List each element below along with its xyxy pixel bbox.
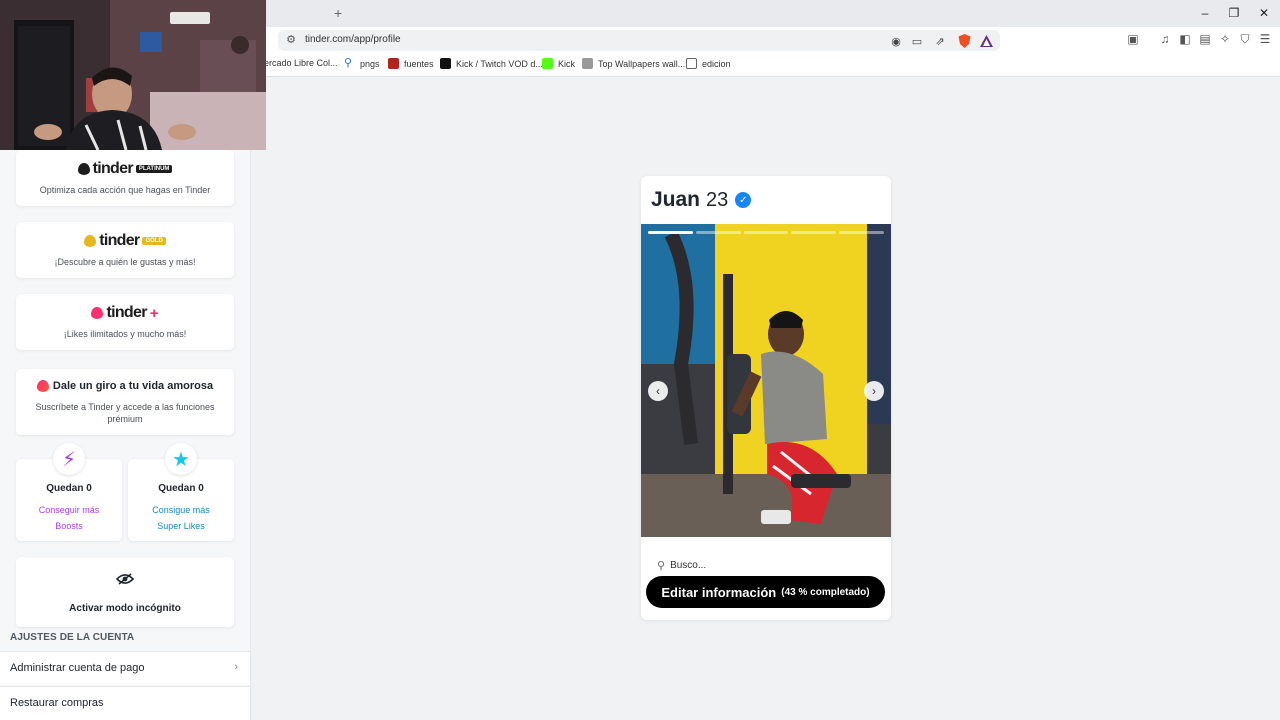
vod-favicon-icon [440, 58, 451, 69]
bookmark-top-wallpapers[interactable]: Top Wallpapers wall... [582, 58, 685, 69]
plus-card[interactable]: tinder + ¡Likes ilimitados y mucho más! [16, 294, 234, 350]
bookmark-label: pngs [360, 58, 380, 69]
vpn-shield-icon[interactable]: ⛉ [1236, 30, 1254, 48]
profile-completion: (43 % completado) [781, 586, 870, 598]
bookmark-mercado-libre[interactable]: ercado Libre Col... [264, 58, 338, 68]
bookmark-label: edicion [702, 58, 731, 69]
chevron-right-icon: › [234, 661, 238, 673]
boosts-remaining: Quedan 0 [46, 483, 92, 494]
looking-for-row: ⚲ Busco... [657, 559, 706, 572]
previous-photo-button[interactable]: ‹ [648, 381, 668, 401]
photo-progress-segment [695, 231, 741, 234]
share-icon[interactable]: ⇗ [932, 33, 948, 49]
sidebar-tabs-icon[interactable]: ▣ [1124, 30, 1142, 48]
bookmark-label: fuentes [404, 58, 434, 69]
maximize-button[interactable]: ❐ [1219, 4, 1249, 22]
photo-progress-segment [839, 231, 884, 234]
profile-card: Juan 23 ✓ ‹ › ⚲ Busco... Editar informac… [641, 176, 891, 620]
promo-card[interactable]: Dale un giro a tu vida amorosa Suscríbet… [16, 369, 234, 435]
platinum-badge: PLATINUM [135, 165, 173, 173]
site-settings-icon[interactable]: ⚙ [284, 33, 298, 47]
get-more-boosts-link[interactable]: Conseguir más Boosts [16, 502, 122, 534]
brave-rewards-icon[interactable] [978, 33, 994, 49]
leo-ai-icon[interactable]: ✧ [1216, 30, 1234, 48]
gold-subtitle: ¡Descubre a quién le gustas y más! [54, 257, 196, 267]
bookmark-fuentes[interactable]: fuentes [388, 58, 434, 69]
bookmark-label: Top Wallpapers wall... [598, 58, 686, 69]
boosts-card[interactable]: ⚡ Quedan 0 Conseguir más Boosts [16, 443, 122, 541]
url-bar[interactable]: ⚙ tinder.com/app/profile ◉ ▭ ⇗ [278, 30, 1000, 51]
cast-icon[interactable]: ▭ [909, 33, 925, 49]
platinum-card[interactable]: tinder PLATINUM Optimiza cada acción que… [16, 150, 234, 206]
profile-name: Juan [651, 188, 701, 211]
wallet-icon[interactable]: ▤ [1196, 30, 1214, 48]
edit-info-button[interactable]: Editar información (43 % completado) [646, 576, 885, 608]
gym-photo-image [641, 224, 891, 537]
account-sidebar: tinder PLATINUM Optimiza cada acción que… [0, 150, 251, 720]
bookmark-label: Kick [558, 58, 576, 69]
photo-progress-segment [791, 231, 837, 234]
search-icon: ⚲ [657, 560, 666, 572]
bookmark-label: Kick / Twitch VOD d... [456, 58, 543, 69]
tinder-platinum-logo: tinder PLATINUM [16, 160, 234, 178]
bookmark-label: ercado Libre Col... [264, 58, 338, 68]
wallpapers-favicon-icon [582, 58, 593, 69]
pin-icon: ⚲ [344, 57, 353, 69]
boost-bolt-icon: ⚡ [53, 443, 85, 475]
flame-icon [77, 163, 90, 175]
incognito-card[interactable]: Activar modo incógnito [16, 557, 234, 627]
plus-subtitle: ¡Likes ilimitados y mucho más! [63, 329, 187, 339]
profile-header: Juan 23 ✓ [651, 188, 752, 212]
fuentes-favicon-icon [388, 58, 399, 69]
bookmark-pngs[interactable]: ⚲ pngs [344, 58, 380, 69]
tinder-gold-logo: tinder GOLD [16, 232, 234, 250]
promo-title: Dale un giro a tu vida amorosa [52, 380, 214, 392]
photo-progress-segment [743, 231, 789, 234]
bookmark-kick[interactable]: Kick [542, 58, 575, 69]
url-text[interactable]: tinder.com/app/profile [305, 34, 401, 45]
superlike-star-icon: ★ [165, 443, 197, 475]
superlikes-remaining: Quedan 0 [158, 483, 204, 494]
menu-icon[interactable]: ☰ [1256, 30, 1274, 48]
streamer-camera-image [0, 0, 266, 150]
get-more-superlikes-link[interactable]: Consigue más Super Likes [128, 502, 234, 534]
restore-purchases-row[interactable]: Restaurar compras [0, 686, 250, 720]
photo-progress-segment [648, 231, 693, 234]
photo-progress-bar [648, 231, 884, 234]
sidebar-toggle-icon[interactable]: ◧ [1176, 30, 1194, 48]
flame-icon [36, 380, 49, 392]
webcam-overlay [0, 0, 266, 150]
media-icon[interactable]: ♫ [1156, 30, 1174, 48]
next-photo-button[interactable]: › [864, 381, 884, 401]
profile-photo[interactable]: ‹ › [641, 224, 891, 537]
kick-favicon-icon [542, 58, 553, 69]
bookmark-edicion[interactable]: edicion [686, 58, 731, 69]
plus-suffix: + [149, 304, 159, 322]
close-window-button[interactable]: ✕ [1249, 4, 1279, 22]
eye-hidden-icon [115, 573, 135, 585]
new-tab-button[interactable]: + [334, 5, 342, 21]
promo-subtitle: Suscríbete a Tinder y accede a las funci… [35, 402, 215, 424]
gold-badge: GOLD [142, 237, 166, 245]
platinum-subtitle: Optimiza cada acción que hagas en Tinder [39, 185, 211, 195]
location-icon[interactable]: ◉ [888, 33, 904, 49]
minimize-button[interactable]: – [1190, 4, 1220, 22]
manage-payment-account-row[interactable]: Administrar cuenta de pago › [0, 651, 250, 685]
tinder-plus-logo: tinder + [16, 304, 234, 322]
gold-card[interactable]: tinder GOLD ¡Descubre a quién le gustas … [16, 222, 234, 278]
looking-for-label: Busco... [670, 560, 707, 571]
flame-icon [91, 307, 104, 319]
bookmark-kick-twitch-vod[interactable]: Kick / Twitch VOD d... [440, 58, 543, 69]
brave-shields-icon[interactable] [956, 33, 972, 49]
verified-badge-icon: ✓ [735, 192, 752, 208]
account-settings-header: AJUSTES DE LA CUENTA [10, 632, 135, 643]
profile-age: 23 [706, 188, 729, 211]
flame-icon [84, 235, 97, 247]
superlikes-card[interactable]: ★ Quedan 0 Consigue más Super Likes [128, 443, 234, 541]
folder-icon [686, 58, 697, 69]
incognito-label: Activar modo incógnito [69, 603, 181, 614]
